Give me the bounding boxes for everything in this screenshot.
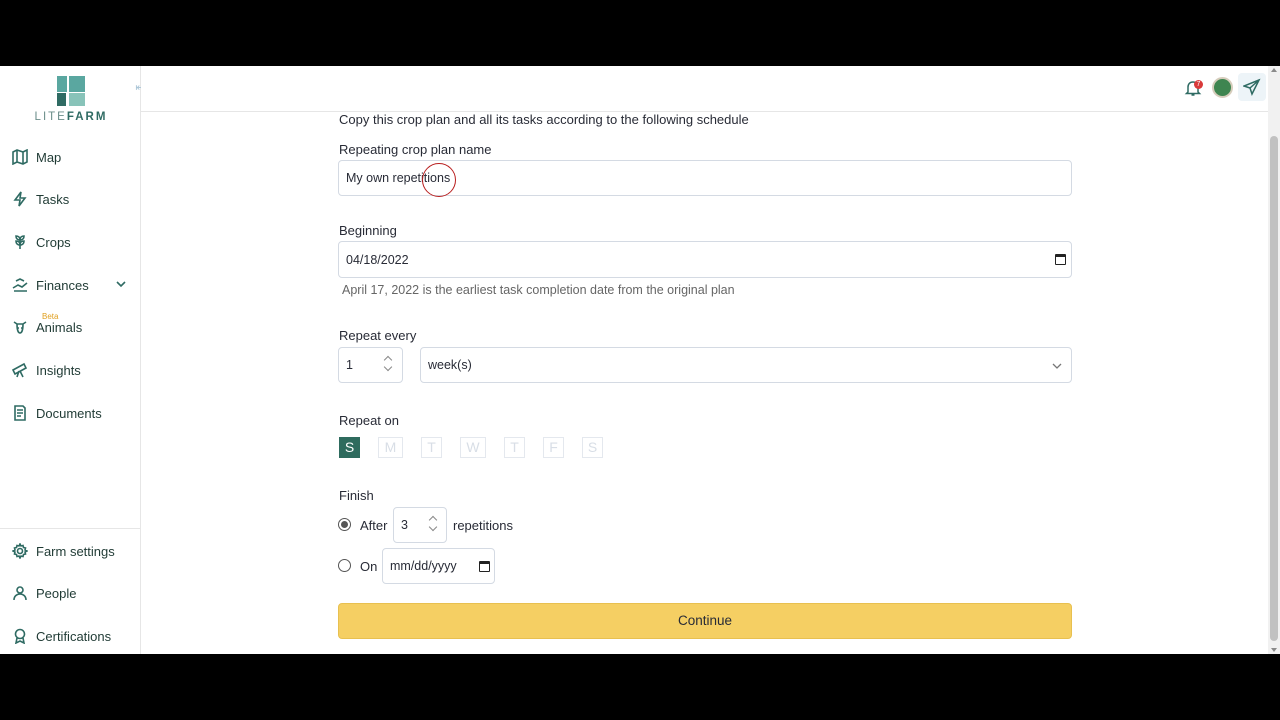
beginning-date-value: 04/18/2022 — [346, 252, 409, 267]
finish-label: Finish — [339, 488, 374, 503]
form-intro: Copy this crop plan and all its tasks ac… — [339, 112, 749, 127]
day-toggle-monday[interactable]: M — [378, 437, 403, 458]
main-content: Copy this crop plan and all its tasks ac… — [0, 66, 1268, 654]
beginning-label: Beginning — [339, 223, 397, 238]
calendar-icon[interactable] — [479, 561, 490, 572]
day-toggle-saturday[interactable]: S — [582, 437, 603, 458]
after-label: After — [360, 518, 388, 533]
day-toggle-friday[interactable]: F — [543, 437, 564, 458]
continue-button[interactable]: Continue — [338, 603, 1072, 639]
name-label: Repeating crop plan name — [339, 142, 492, 157]
finish-date-input[interactable]: mm/dd/yyyy — [382, 548, 495, 584]
calendar-icon[interactable] — [1055, 254, 1066, 265]
finish-on-radio[interactable] — [338, 559, 351, 572]
app-window: LITEFARM ⇤ Map Tasks Crops Finances Beta… — [0, 66, 1280, 654]
beginning-date-input[interactable]: 04/18/2022 — [338, 241, 1072, 278]
day-toggle-tuesday[interactable]: T — [421, 437, 442, 458]
cursor-indicator — [422, 163, 456, 197]
day-toggle-thursday[interactable]: T — [504, 437, 525, 458]
repeat-every-stepper[interactable]: 1 — [338, 347, 403, 383]
repeat-unit-value: week(s) — [428, 358, 472, 372]
repetitions-label: repetitions — [453, 518, 513, 533]
scrollbar-thumb[interactable] — [1270, 136, 1278, 641]
stepper-arrows-icon[interactable] — [384, 354, 394, 374]
scroll-down-arrow-icon[interactable] — [1271, 648, 1277, 652]
page-scrollbar[interactable] — [1268, 66, 1280, 654]
stepper-arrows-icon[interactable] — [429, 514, 439, 534]
day-toggle-wednesday[interactable]: W — [460, 437, 486, 458]
repeat-unit-select[interactable]: week(s) — [420, 347, 1072, 383]
finish-after-radio[interactable] — [338, 518, 351, 531]
repetitions-value: 3 — [401, 518, 408, 532]
on-label: On — [360, 559, 378, 574]
repeat-every-label: Repeat every — [339, 328, 417, 343]
scroll-up-arrow-icon[interactable] — [1271, 68, 1277, 72]
chevron-down-icon — [1052, 363, 1062, 369]
repeat-every-value: 1 — [346, 358, 353, 372]
finish-date-placeholder: mm/dd/yyyy — [390, 559, 457, 573]
day-toggle-sunday[interactable]: S — [339, 437, 360, 458]
repeat-on-label: Repeat on — [339, 413, 399, 428]
beginning-hint: April 17, 2022 is the earliest task comp… — [342, 283, 735, 297]
repetitions-stepper[interactable]: 3 — [393, 507, 447, 543]
